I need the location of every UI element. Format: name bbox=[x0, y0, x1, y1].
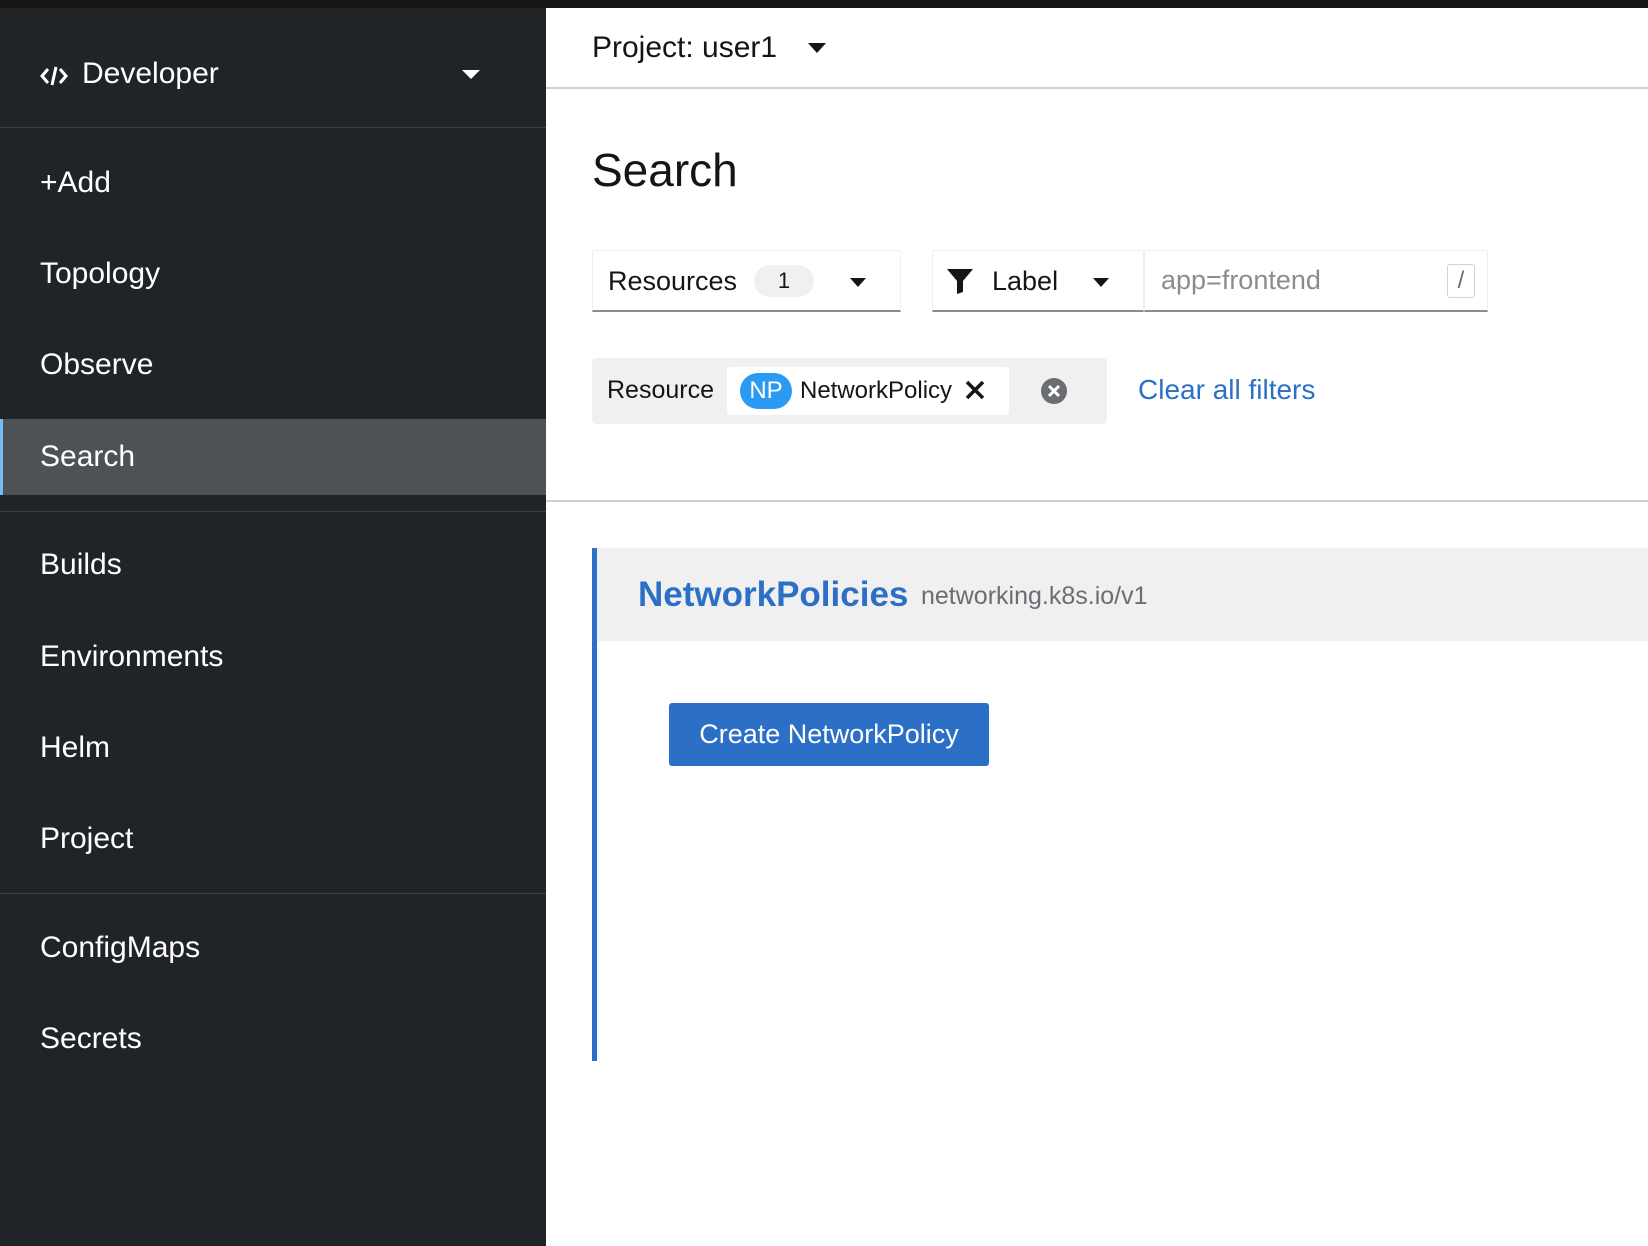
filter-type-dropdown[interactable]: Label bbox=[932, 250, 1144, 312]
nav-item-label: Secrets bbox=[40, 1022, 142, 1055]
label-search-field: / bbox=[1144, 250, 1488, 312]
page-title: Search bbox=[592, 144, 738, 196]
sidebar: Developer +Add Topology Observe Search B… bbox=[0, 8, 546, 1246]
resource-kind-title[interactable]: NetworkPolicies bbox=[638, 575, 908, 615]
caret-down-icon bbox=[1093, 278, 1109, 287]
nav-item-configmaps[interactable]: ConfigMaps bbox=[0, 910, 546, 986]
create-networkpolicy-button[interactable]: Create NetworkPolicy bbox=[669, 703, 989, 766]
resource-panel-header[interactable]: NetworkPolicies networking.k8s.io/v1 bbox=[597, 548, 1648, 641]
times-circle-icon[interactable] bbox=[1040, 377, 1068, 405]
resources-count-badge: 1 bbox=[754, 265, 814, 297]
resources-dropdown[interactable]: Resources 1 bbox=[592, 250, 901, 312]
filter-chip: NP NetworkPolicy bbox=[727, 367, 1009, 415]
main-content: Project: user1 Search Resources 1 Label … bbox=[546, 8, 1648, 1246]
perspective-label: Developer bbox=[82, 57, 219, 90]
caret-down-icon[interactable] bbox=[808, 43, 826, 53]
chip-label: NetworkPolicy bbox=[800, 377, 953, 404]
nav-item-label: ConfigMaps bbox=[40, 931, 201, 964]
nav-item-secrets[interactable]: Secrets bbox=[0, 1001, 546, 1077]
nav-item-add[interactable]: +Add bbox=[0, 145, 546, 221]
nav-item-topology[interactable]: Topology bbox=[0, 236, 546, 312]
nav-item-label: Topology bbox=[40, 257, 161, 290]
project-label: Project: user1 bbox=[592, 31, 778, 64]
api-version-label: networking.k8s.io/v1 bbox=[921, 582, 1148, 610]
nav-item-label: Project bbox=[40, 822, 134, 855]
keyboard-shortcut-hint: / bbox=[1447, 264, 1475, 298]
resource-kind-badge: NP bbox=[740, 373, 792, 409]
nav-item-search[interactable]: Search bbox=[0, 419, 546, 495]
nav-item-helm[interactable]: Helm bbox=[0, 710, 546, 786]
project-bar: Project: user1 bbox=[546, 8, 1648, 89]
resources-label: Resources bbox=[608, 266, 738, 296]
code-icon bbox=[40, 66, 68, 86]
nav-item-label: Helm bbox=[40, 731, 111, 764]
nav-item-observe[interactable]: Observe bbox=[0, 327, 546, 403]
nav-item-label: Environments bbox=[40, 640, 224, 673]
chip-group-category: Resource bbox=[607, 376, 714, 404]
resource-result-panel: NetworkPolicies networking.k8s.io/v1 Cre… bbox=[592, 548, 1648, 1061]
nav-item-project[interactable]: Project bbox=[0, 801, 546, 877]
section-divider bbox=[546, 500, 1648, 502]
filter-chip-group: Resource NP NetworkPolicy bbox=[592, 358, 1107, 424]
nav-item-label: Observe bbox=[40, 348, 154, 381]
nav-divider bbox=[0, 893, 546, 894]
caret-down-icon bbox=[850, 278, 866, 287]
caret-down-icon bbox=[462, 70, 480, 79]
clear-all-filters-link[interactable]: Clear all filters bbox=[1138, 372, 1315, 408]
nav-item-label: Builds bbox=[40, 548, 122, 581]
perspective-switcher[interactable]: Developer bbox=[0, 8, 546, 128]
nav-item-label: Search bbox=[40, 440, 136, 473]
nav-item-builds[interactable]: Builds bbox=[0, 527, 546, 603]
filter-icon bbox=[947, 269, 973, 294]
nav-item-environments[interactable]: Environments bbox=[0, 619, 546, 695]
nav-item-label: +Add bbox=[40, 166, 111, 199]
top-masthead-strip bbox=[0, 0, 1648, 8]
label-search-input[interactable] bbox=[1145, 251, 1435, 309]
close-icon[interactable] bbox=[963, 375, 987, 405]
nav-divider bbox=[0, 511, 546, 512]
filter-type-label: Label bbox=[992, 266, 1059, 296]
